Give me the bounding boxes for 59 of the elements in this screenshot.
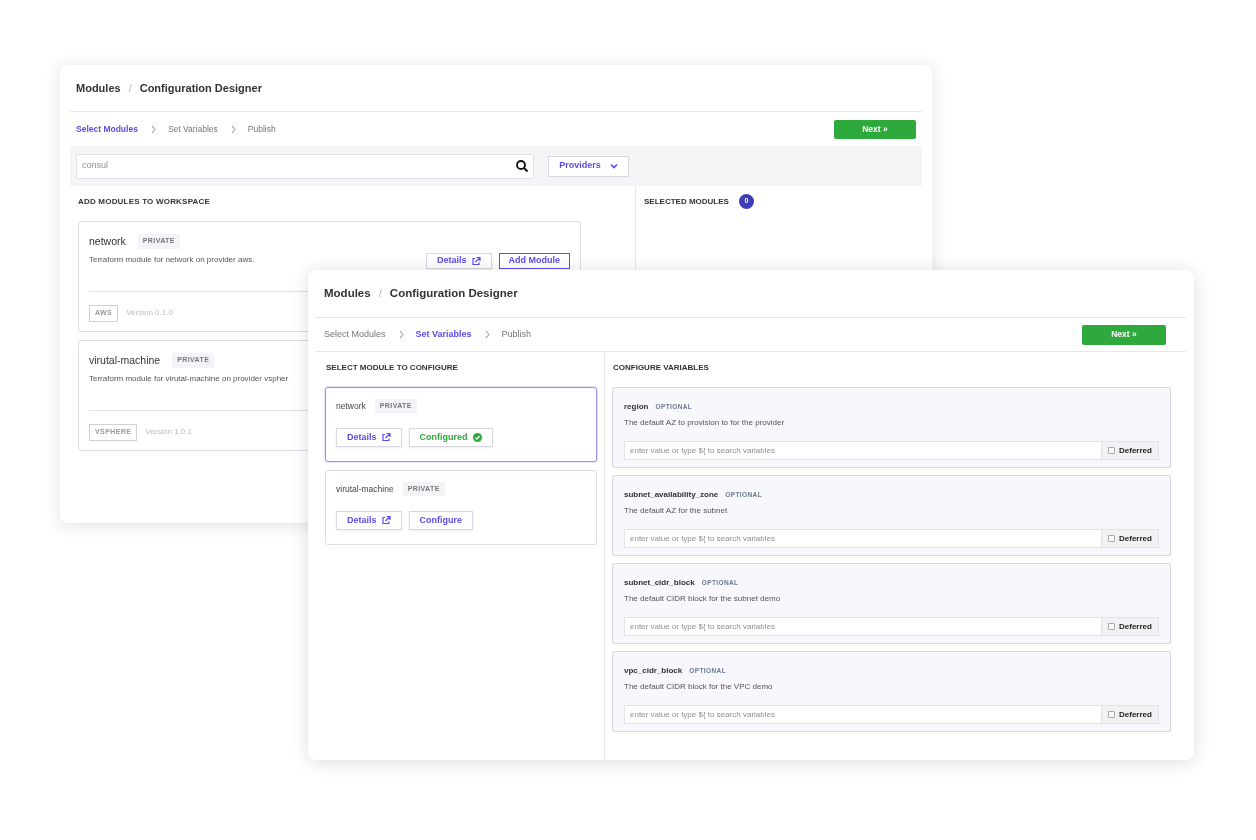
- section-heading: ADD MODULES TO WORKSPACE: [78, 196, 212, 208]
- breadcrumb-item[interactable]: Configuration Designer: [389, 284, 518, 303]
- step-tab[interactable]: Publish: [501, 327, 532, 342]
- external-link-icon: [471, 256, 481, 266]
- caret-icon: [609, 163, 618, 169]
- variable-name: subnet_availability_zone: [624, 489, 719, 501]
- external-link-icon: [381, 516, 391, 525]
- deferred-checkbox[interactable]: Deferred: [1102, 705, 1159, 724]
- module-name: network: [89, 233, 126, 249]
- breadcrumb-separator: /: [128, 80, 132, 96]
- section-heading: SELECT MODULE TO CONFIGURE: [325, 362, 459, 374]
- step-tab[interactable]: Set Variables: [415, 327, 472, 342]
- section-heading: SELECTED MODULES: [644, 195, 729, 208]
- breadcrumb-item[interactable]: Configuration Designer: [139, 79, 262, 97]
- chevron-icon: [229, 124, 236, 134]
- step-tab[interactable]: Publish: [247, 122, 276, 136]
- value-input[interactable]: enter value or type ${ to search variables: [624, 705, 1102, 724]
- search-field[interactable]: consul: [76, 153, 534, 179]
- chevron-icon: [149, 124, 156, 134]
- variable-description: The default AZ for the subnet: [624, 505, 729, 517]
- variable-name: vpc_cidr_block: [624, 665, 683, 677]
- module-description: Terraform module for network on provider aws.: [89, 254, 255, 266]
- variable-name: region: [624, 401, 649, 413]
- module-name: network: [336, 399, 366, 413]
- module-description: Terraform module for virutal-machine on provider vspher: [89, 373, 289, 385]
- step-tab[interactable]: Select Modules: [76, 122, 138, 136]
- module-name: virutal-machine: [336, 482, 394, 496]
- variable-description: The default CIDR block for the subnet demo: [624, 593, 782, 605]
- details-button[interactable]: Details: [426, 253, 492, 269]
- value-input[interactable]: enter value or type ${ to search variables: [624, 529, 1102, 548]
- next-button[interactable]: Next »: [834, 119, 916, 139]
- add-module-button[interactable]: Add Module: [498, 253, 570, 269]
- details-button[interactable]: Details: [336, 428, 402, 447]
- deferred-checkbox[interactable]: Deferred: [1102, 529, 1159, 548]
- value-input[interactable]: enter value or type ${ to search variables: [624, 617, 1102, 636]
- value-input[interactable]: enter value or type ${ to search variables: [624, 441, 1102, 460]
- providers-dropdown[interactable]: Providers: [548, 155, 629, 177]
- variable-description: The default CIDR block for the VPC demo: [624, 681, 774, 693]
- external-link-icon: [381, 433, 391, 442]
- breadcrumb-separator: /: [378, 285, 382, 301]
- step-tab[interactable]: Select Modules: [324, 327, 386, 342]
- step-tab[interactable]: Set Variables: [167, 122, 218, 136]
- search-icon: [516, 160, 528, 172]
- search-input[interactable]: consul: [82, 159, 516, 173]
- breadcrumb-item[interactable]: Modules: [324, 284, 371, 303]
- section-heading: CONFIGURE VARIABLES: [612, 362, 710, 374]
- next-button[interactable]: Next »: [1082, 324, 1166, 345]
- breadcrumb-item[interactable]: Modules: [76, 79, 121, 97]
- chevron-icon: [483, 330, 490, 339]
- module-name: virutal-machine: [89, 352, 161, 368]
- deferred-checkbox[interactable]: Deferred: [1102, 617, 1159, 636]
- configure-button[interactable]: Configure: [408, 511, 473, 530]
- deferred-checkbox[interactable]: Deferred: [1102, 441, 1159, 460]
- variable-description: The default AZ to provision to for the provider: [624, 417, 786, 429]
- configured-button[interactable]: Configured: [408, 428, 493, 447]
- variable-name: subnet_cidr_block: [624, 577, 695, 589]
- chevron-icon: [397, 330, 404, 339]
- details-button[interactable]: Details: [336, 511, 402, 530]
- check-circle-icon: [472, 433, 482, 442]
